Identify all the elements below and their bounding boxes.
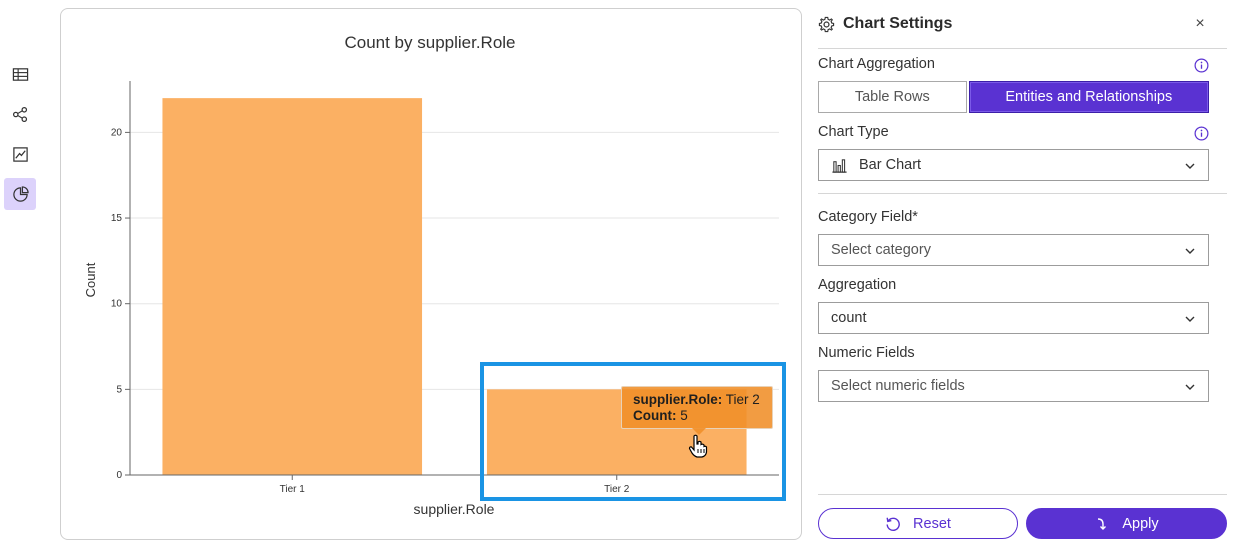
section-divider	[818, 193, 1227, 194]
category-select[interactable]: Select category	[818, 234, 1209, 266]
y-axis-label: Count	[83, 262, 98, 297]
graph-view-button[interactable]	[4, 98, 36, 130]
aggregation-toggle: Table Rows Entities and Relationships	[818, 81, 1209, 113]
y-tick-label: 0	[116, 470, 122, 481]
chevron-down-icon	[1185, 248, 1195, 254]
header-divider	[818, 48, 1227, 49]
x-tick-label: Tier 1	[280, 484, 306, 495]
left-rail	[0, 0, 44, 551]
close-icon: ×	[1195, 15, 1205, 32]
aggregation-select[interactable]: count	[818, 302, 1209, 334]
table-rows-option[interactable]: Table Rows	[818, 81, 967, 113]
tooltip-count-value: 5	[680, 408, 688, 423]
numeric-fields-select[interactable]: Select numeric fields	[818, 370, 1209, 402]
pie-chart-icon	[12, 185, 29, 202]
info-icon[interactable]	[1194, 58, 1209, 73]
apply-button[interactable]: Apply	[1026, 508, 1227, 539]
chart-title: Count by supplier.Role	[344, 33, 515, 52]
chevron-down-icon	[1185, 316, 1195, 322]
aggregation-label: Aggregation	[818, 277, 897, 293]
chart-view-button[interactable]	[4, 178, 36, 210]
close-button[interactable]: ×	[1190, 14, 1210, 34]
chart-type-select[interactable]: Bar Chart	[818, 149, 1209, 181]
chart-card: Count by supplier.Role Count supplier.Ro…	[60, 8, 802, 540]
hand-pointer-cursor-icon	[688, 434, 708, 458]
entities-relationships-option[interactable]: Entities and Relationships	[968, 81, 1209, 113]
numeric-fields-placeholder: Select numeric fields	[831, 378, 965, 394]
bar-chart: Count by supplier.Role Count supplier.Ro…	[83, 33, 779, 517]
x-tick-label: Tier 2	[604, 484, 630, 495]
gear-icon	[818, 16, 835, 32]
chart-type-value: Bar Chart	[859, 157, 922, 173]
y-tick-label: 10	[111, 299, 123, 310]
panel-title: Chart Settings	[843, 15, 953, 32]
reset-button[interactable]: Reset	[818, 508, 1018, 539]
x-axis-label: supplier.Role	[414, 501, 495, 517]
footer-divider	[818, 494, 1227, 495]
reset-icon	[886, 517, 900, 531]
apply-arrow-icon	[1098, 517, 1107, 530]
bar-tier-1	[162, 98, 423, 475]
chart-aggregation-label: Chart Aggregation	[818, 56, 935, 72]
table-view-button[interactable]	[4, 58, 36, 90]
info-icon[interactable]	[1194, 126, 1209, 141]
aggregation-value: count	[831, 310, 867, 326]
numeric-fields-label: Numeric Fields	[818, 345, 915, 361]
line-chart-icon	[12, 146, 28, 162]
y-tick-label: 5	[116, 384, 122, 395]
bar-tooltip: supplier.Role: Tier 2 Count: 5	[621, 386, 773, 435]
category-field-label: Category Field*	[818, 209, 918, 225]
tooltip-field-label: supplier.Role:	[633, 392, 723, 407]
chart-type-label: Chart Type	[818, 124, 889, 140]
graph-nodes-icon	[12, 106, 27, 122]
chevron-down-icon	[1185, 163, 1195, 169]
y-tick-label: 20	[111, 127, 123, 138]
table-icon	[12, 67, 28, 81]
line-chart-view-button[interactable]	[4, 138, 36, 170]
panel-header: Chart Settings ×	[818, 12, 1210, 36]
y-tick-label: 15	[111, 213, 123, 224]
chevron-down-icon	[1185, 384, 1195, 390]
tooltip-field-value: Tier 2	[725, 392, 760, 407]
apply-label: Apply	[1122, 515, 1159, 532]
reset-label: Reset	[913, 515, 951, 532]
category-placeholder: Select category	[831, 242, 931, 258]
tooltip-count-label: Count:	[633, 408, 677, 423]
bar-chart-icon	[832, 158, 847, 173]
chart-settings-panel: Chart Settings × Chart Aggregation Table…	[818, 0, 1228, 551]
